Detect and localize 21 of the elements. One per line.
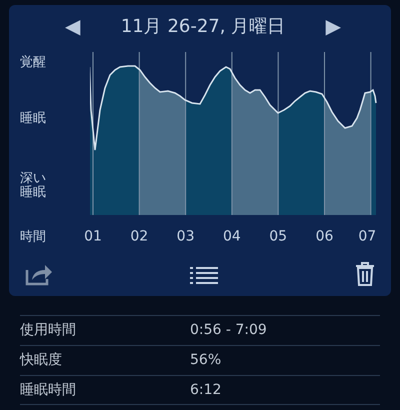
stat-value: 6:12 xyxy=(190,380,222,400)
stat-value: 0:56 - 7:09 xyxy=(190,321,267,340)
previous-button[interactable]: ◀ xyxy=(65,16,80,36)
hour-label: 02 xyxy=(130,228,148,246)
stat-value: 56% xyxy=(190,351,222,370)
hour-label: 03 xyxy=(176,228,194,246)
y-axis-label: 深い睡眠 xyxy=(20,172,47,200)
stat-label: 快眠度 xyxy=(20,351,63,370)
stat-label: 使用時間 xyxy=(20,321,77,340)
hour-label: 06 xyxy=(316,228,334,246)
hour-label: 07 xyxy=(358,228,376,246)
trash-icon[interactable] xyxy=(355,262,375,286)
date-title: 11月 26-27, 月曜日 xyxy=(120,14,286,38)
y-axis-label: 覚醒 xyxy=(20,56,46,70)
stat-label: 睡眠時間 xyxy=(20,380,77,400)
hour-label: 05 xyxy=(269,228,288,246)
hour-label: 04 xyxy=(222,228,241,246)
hour-label: 01 xyxy=(84,228,102,246)
axis-label: 時間 xyxy=(20,228,46,246)
next-button[interactable]: ▶ xyxy=(326,16,341,36)
y-axis-label: 睡眠 xyxy=(20,112,46,126)
